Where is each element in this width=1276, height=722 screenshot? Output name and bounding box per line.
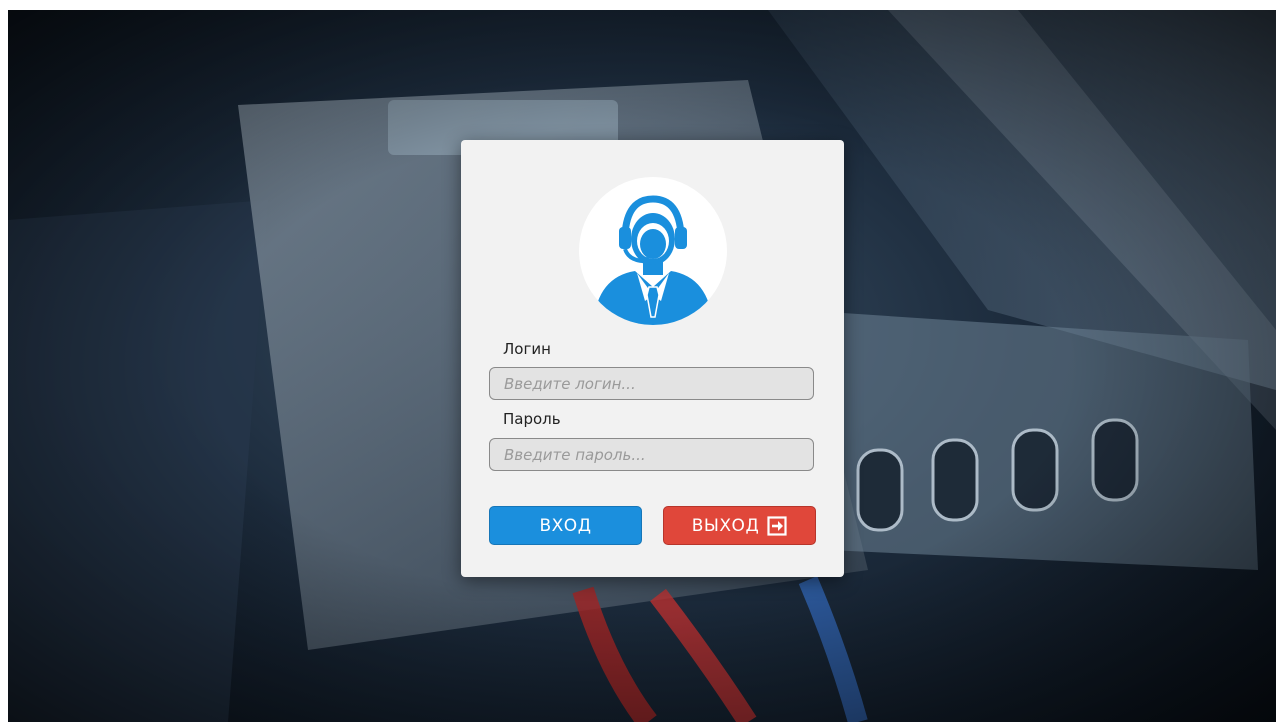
password-label: Пароль <box>503 410 561 428</box>
login-button-label: ВХОД <box>539 515 592 536</box>
login-dialog: Логин Пароль ВХОД ВЫХОД <box>461 140 844 577</box>
login-screen: Логин Пароль ВХОД ВЫХОД <box>8 10 1276 722</box>
login-input[interactable] <box>489 367 814 400</box>
exit-button-label: ВЫХОД <box>691 515 760 536</box>
password-input[interactable] <box>489 438 814 471</box>
exit-button[interactable]: ВЫХОД <box>663 506 816 545</box>
login-label: Логин <box>503 340 551 358</box>
login-button[interactable]: ВХОД <box>489 506 642 545</box>
sign-out-icon <box>767 515 787 536</box>
support-agent-icon <box>579 177 727 325</box>
